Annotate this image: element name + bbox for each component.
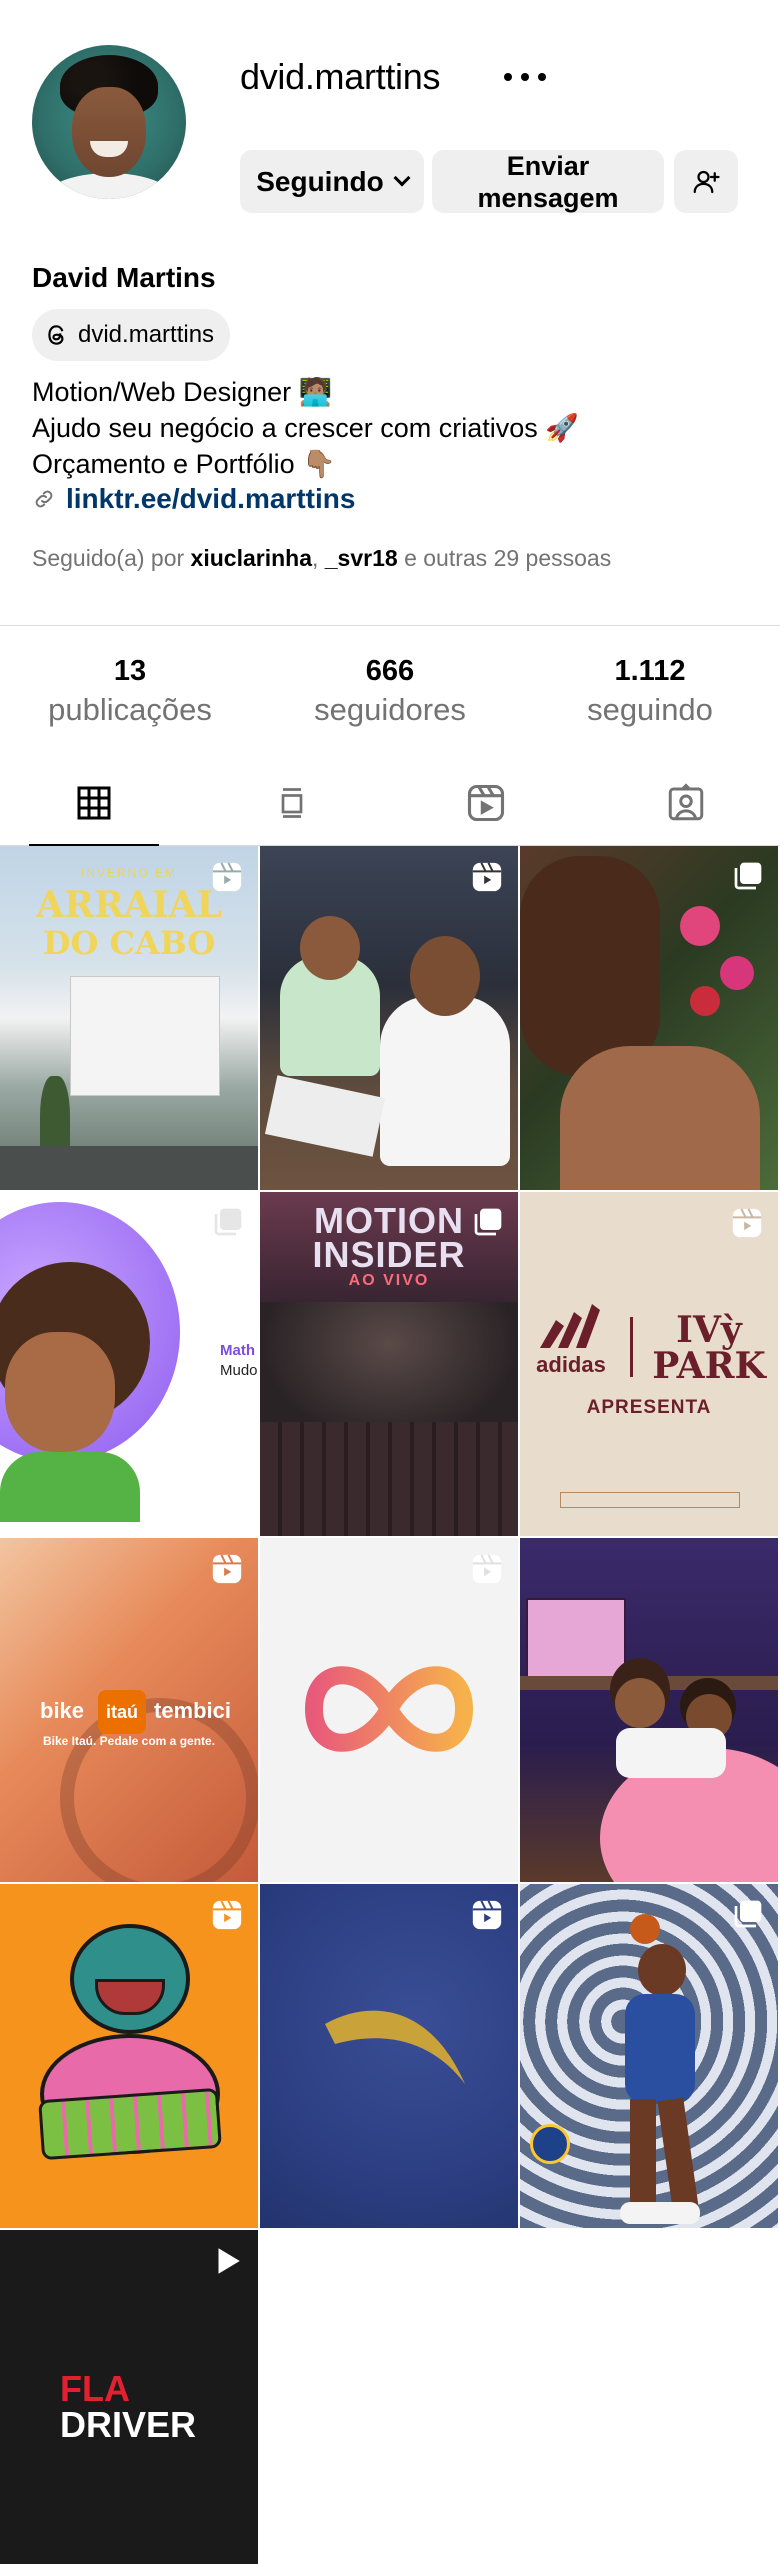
profile-header: dvid.marttins Seguindo Enviar mensagem D… (0, 0, 780, 620)
post-caption: FLA (60, 2368, 130, 2409)
add-user-icon (693, 170, 720, 193)
follower-username[interactable]: xiuclarinha (191, 545, 312, 571)
threads-handle: dvid.marttins (78, 321, 215, 348)
stat-label: publicações (48, 692, 212, 727)
anta-logo-icon (325, 2010, 465, 2084)
post-tile[interactable]: bike itaú tembici Bike Itaú. Pedale com … (0, 1538, 258, 1882)
post-caption: itaú (98, 1690, 146, 1734)
chevron-down-icon (393, 169, 411, 186)
reels-badge-icon (212, 862, 242, 892)
post-caption: adidas (536, 1352, 606, 1377)
post-tile[interactable] (520, 1884, 778, 2228)
carousel-badge-icon (214, 1208, 242, 1236)
stat-following[interactable]: 1.112 seguindo (520, 652, 780, 730)
bio-link-text[interactable]: linktr.ee/dvid.marttins (66, 483, 355, 515)
carousel-badge-icon (734, 1900, 762, 1928)
post-tile[interactable] (260, 1884, 518, 2228)
following-button[interactable]: Seguindo (240, 150, 424, 213)
carousel-badge-icon (734, 862, 762, 890)
stat-posts[interactable]: 13 publicações (0, 652, 260, 730)
post-caption: DRIVER (60, 2404, 197, 2445)
reels-badge-icon (472, 1900, 502, 1930)
stat-followers[interactable]: 666 seguidores (260, 652, 520, 730)
divider (0, 625, 780, 626)
post-tile[interactable] (520, 1538, 778, 1882)
infinity-logo-icon (304, 1666, 474, 1752)
post-caption: DO CABO (42, 924, 216, 962)
tab-tagged[interactable] (606, 760, 766, 846)
stat-value: 13 (113, 655, 147, 687)
post-tile[interactable]: Math Mudo (0, 1192, 258, 1536)
post-tile[interactable] (0, 1884, 258, 2228)
post-tile[interactable] (260, 846, 518, 1190)
bio-line: Orçamento e Portfólio 👇🏽 (32, 449, 336, 479)
send-message-button[interactable]: Enviar mensagem (432, 150, 664, 213)
post-tile[interactable]: INVERNO EM ARRAIAL DO CABO (0, 846, 258, 1190)
reels-badge-icon (732, 1208, 762, 1238)
post-tile[interactable]: adidas IVỳ PARK APRESENTA (520, 1192, 778, 1536)
profile-username: dvid.marttins (240, 56, 441, 97)
post-tile[interactable]: MOTION INSIDER AO VIVO (260, 1192, 518, 1536)
post-caption: Math (220, 1342, 255, 1359)
post-caption: APRESENTA (586, 1397, 712, 1418)
bio-line: Ajudo seu negócio a crescer com criativo… (32, 413, 579, 443)
play-icon (218, 2248, 240, 2274)
reels-badge-icon (472, 862, 502, 892)
avatar[interactable] (32, 45, 186, 199)
profile-tabs (0, 760, 780, 847)
post-caption: bike (40, 1698, 85, 1723)
stat-label: seguindo (587, 692, 713, 727)
follower-username[interactable]: _svr18 (325, 545, 398, 571)
post-caption: IVỳ PARK (652, 1309, 766, 1387)
tab-grid[interactable] (14, 760, 174, 847)
post-tile[interactable] (260, 1538, 518, 1882)
post-caption: AO VIVO (348, 1272, 430, 1289)
threads-icon (48, 325, 64, 345)
more-options-icon[interactable] (500, 60, 550, 94)
link-icon (35, 490, 53, 508)
feed-icon (281, 788, 303, 818)
followed-by-separator: , (311, 545, 319, 571)
adidas-logo-icon (540, 1304, 600, 1348)
tab-feed[interactable] (212, 760, 372, 846)
followed-by-text[interactable]: Seguido(a) por xiuclarinha, _svr18 e out… (32, 545, 611, 572)
carousel-badge-icon (474, 1208, 502, 1236)
following-button-label: Seguindo (256, 165, 384, 197)
bio: Motion/Web Designer 🧑🏽‍💻 Ajudo seu negóc… (32, 374, 579, 482)
stat-label: seguidores (314, 692, 466, 727)
stat-value: 1.112 (614, 655, 686, 687)
post-caption: tembici (154, 1698, 232, 1723)
tagged-icon (668, 783, 704, 821)
post-caption: Bike Itaú. Pedale com a gente. (42, 1734, 216, 1748)
add-user-button[interactable] (674, 150, 738, 213)
stat-value: 666 (365, 655, 415, 687)
post-caption: Mudo (220, 1362, 258, 1379)
reels-badge-icon (212, 1900, 242, 1930)
post-caption: INSIDER (312, 1234, 466, 1275)
post-tile[interactable] (520, 846, 778, 1190)
reels-badge-icon (472, 1554, 502, 1584)
full-name: David Martins (32, 262, 216, 293)
tab-reels[interactable] (406, 760, 566, 846)
followed-by-prefix: Seguido(a) por (32, 545, 185, 571)
reels-badge-icon (212, 1554, 242, 1584)
bio-line: Motion/Web Designer 🧑🏽‍💻 (32, 377, 333, 407)
post-tile[interactable]: FLA DRIVER (0, 2230, 258, 2564)
bio-link[interactable]: linktr.ee/dvid.marttins (32, 483, 355, 515)
reels-icon (467, 784, 505, 822)
threads-badge[interactable]: dvid.marttins (32, 309, 231, 361)
followed-by-suffix: e outras 29 pessoas (404, 545, 612, 571)
grid-icon (77, 786, 111, 820)
